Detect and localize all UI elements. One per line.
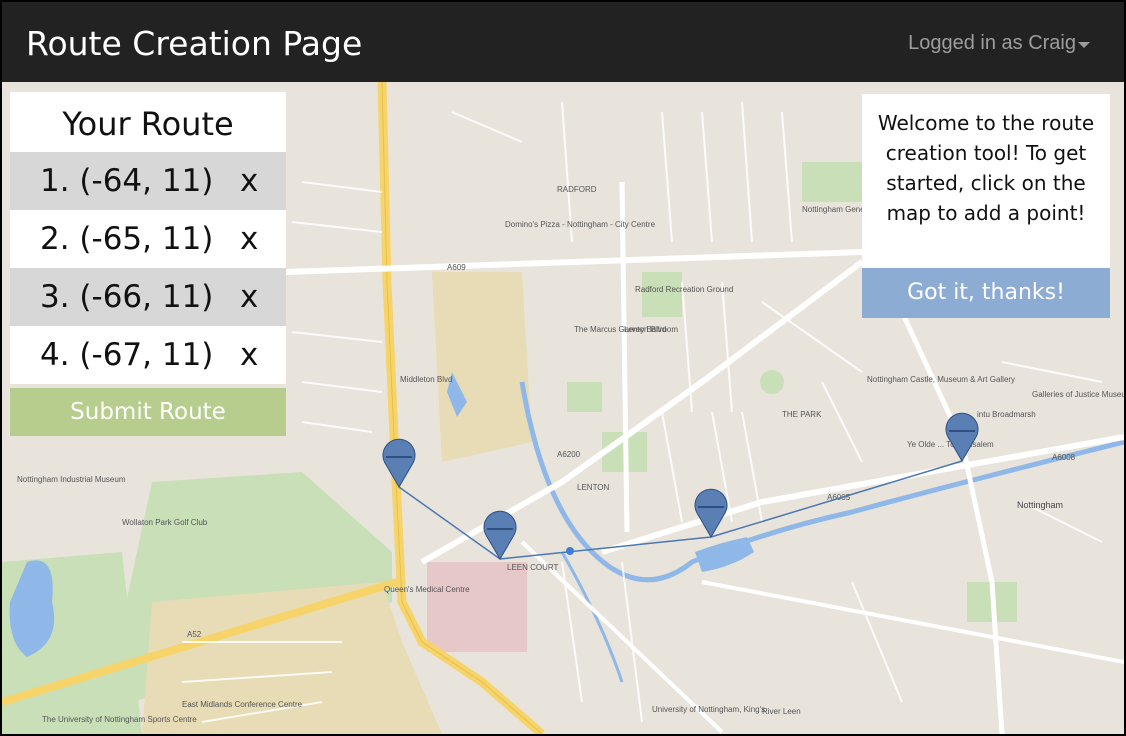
location-dot xyxy=(566,547,574,555)
map-label-broadmarsh: intu Broadmarsh xyxy=(977,410,1036,419)
remove-point-button[interactable]: x xyxy=(240,163,258,199)
map-label-leen-court: LEEN COURT xyxy=(507,563,559,572)
route-point-row: 1. (-64, 11) x xyxy=(10,152,286,210)
page-title: Route Creation Page xyxy=(26,24,363,63)
remove-point-button[interactable]: x xyxy=(240,337,258,373)
map-label-a6200: A6200 xyxy=(557,450,581,459)
route-panel: Your Route 1. (-64, 11) x 2. (-65, 11) x… xyxy=(10,92,286,436)
map-label-golf-club: Wollaton Park Golf Club xyxy=(122,518,208,527)
map-label-dominos: Domino's Pizza - Nottingham - City Centr… xyxy=(505,220,656,229)
map-label-galleries: Galleries of Justice Museum xyxy=(1032,390,1124,399)
route-point-label: 1. (-64, 11) xyxy=(40,163,214,199)
route-point-label: 2. (-65, 11) xyxy=(40,221,214,257)
map-label-lenton: LENTON xyxy=(577,483,610,492)
remove-point-button[interactable]: x xyxy=(240,221,258,257)
remove-point-button[interactable]: x xyxy=(240,279,258,315)
map-label-castle: Nottingham Castle, Museum & Art Gallery xyxy=(867,375,1015,384)
map-label-a52: A52 xyxy=(187,630,202,639)
welcome-popup: Welcome to the route creation tool! To g… xyxy=(862,94,1110,318)
map-label-river-leen: River Leen xyxy=(762,707,801,716)
map-label-a6008: A6008 xyxy=(1052,453,1076,462)
map-label-sports-centre: The University of Nottingham Sports Cent… xyxy=(42,715,197,724)
map-label-the-park: THE PARK xyxy=(782,410,822,419)
navbar: Route Creation Page Logged in as Craig xyxy=(2,2,1124,82)
route-point-label: 4. (-67, 11) xyxy=(40,337,214,373)
map-label-nottingham: Nottingham xyxy=(1017,500,1063,510)
route-point-row: 2. (-65, 11) x xyxy=(10,210,286,268)
caret-down-icon[interactable] xyxy=(1078,42,1090,48)
submit-route-button[interactable]: Submit Route xyxy=(10,388,286,436)
map-label-industrial-museum: Nottingham Industrial Museum xyxy=(17,475,126,484)
map-label-conference: East Midlands Conference Centre xyxy=(182,700,303,709)
map-label-a609: A609 xyxy=(447,263,466,272)
map-label-queens-medical: Queen's Medical Centre xyxy=(384,585,470,594)
welcome-message: Welcome to the route creation tool! To g… xyxy=(862,94,1110,268)
route-point-row: 4. (-67, 11) x xyxy=(10,326,286,384)
app-frame: Route Creation Page Logged in as Craig R… xyxy=(0,0,1126,736)
map-label-radford: RADFORD xyxy=(557,185,597,194)
map-label-middleton-blvd: Middleton Blvd xyxy=(400,375,452,384)
map-label-university: University of Nottingham, King's xyxy=(652,705,765,714)
map-label-recreation: Radford Recreation Ground xyxy=(635,285,733,294)
user-menu[interactable]: Logged in as Craig xyxy=(908,32,1076,55)
route-point-row: 3. (-66, 11) x xyxy=(10,268,286,326)
map-label-lenton-blvd: Lenton Blvd xyxy=(624,325,666,334)
route-point-label: 3. (-66, 11) xyxy=(40,279,214,315)
route-panel-title: Your Route xyxy=(10,92,286,152)
got-it-button[interactable]: Got it, thanks! xyxy=(862,268,1110,318)
